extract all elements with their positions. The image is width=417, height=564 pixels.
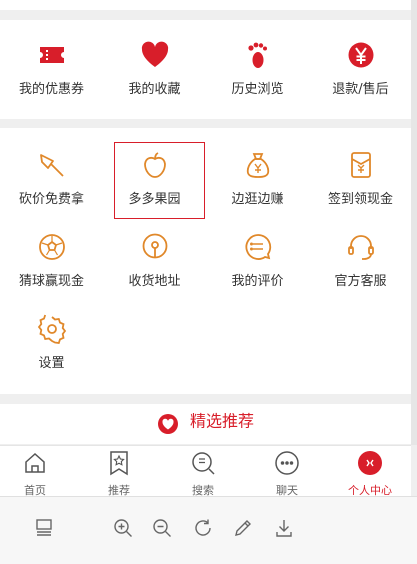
comment-icon	[245, 234, 271, 260]
services-card: 砍价免费拿 多多果园 边逛边赚 签到领现金 猜球赢现金 收货地址 我的评价 官方…	[0, 128, 411, 394]
history-label: 历史浏览	[231, 82, 284, 97]
profile-icon	[358, 451, 382, 475]
bargain-label: 砍价免费拿	[18, 192, 84, 207]
ticket-icon	[39, 47, 64, 63]
tab-search[interactable]: 搜索	[162, 450, 244, 498]
recommend-title: 精选推荐	[190, 411, 255, 431]
guess-ball-item[interactable]: 猜球赢现金	[0, 232, 103, 289]
heart-badge-icon	[157, 414, 178, 434]
bottom-tab-bar: 首页 推荐 搜索 聊天 个人中心	[0, 445, 411, 498]
download-icon[interactable]	[273, 517, 295, 539]
home-icon	[25, 452, 45, 473]
selection-highlight	[114, 142, 205, 219]
top-card	[0, 0, 411, 10]
browse-earn-label: 边逛边赚	[231, 192, 284, 207]
layout-icon[interactable]	[33, 517, 55, 539]
guess-ball-label: 猜球赢现金	[18, 274, 84, 289]
settings-label: 设置	[38, 356, 65, 371]
zoom-out-icon[interactable]	[151, 517, 173, 539]
favorites-item[interactable]: 我的收藏	[103, 40, 206, 97]
tab-home[interactable]: 首页	[0, 450, 76, 498]
zoom-in-icon[interactable]	[112, 517, 134, 539]
money-bag-icon	[246, 153, 269, 178]
browse-earn-item[interactable]: 边逛边赚	[206, 150, 309, 207]
search-icon	[192, 452, 215, 475]
checkin-label: 签到领现金	[327, 192, 393, 207]
reviews-label: 我的评价	[231, 274, 284, 289]
chat-icon	[275, 451, 299, 475]
address-item[interactable]: 收货地址	[103, 232, 206, 289]
heart-icon	[141, 41, 168, 67]
viewer-toolbar	[0, 496, 417, 564]
settings-item[interactable]: 设置	[0, 314, 103, 371]
checkin-item[interactable]: 签到领现金	[309, 150, 412, 207]
rotate-icon[interactable]	[192, 517, 214, 539]
footprint-icon	[247, 42, 267, 68]
football-icon	[38, 234, 65, 260]
refund-label: 退款/售后	[332, 82, 389, 97]
edit-icon[interactable]	[232, 517, 254, 539]
tab-profile[interactable]: 个人中心	[329, 450, 411, 498]
headset-icon	[347, 235, 374, 260]
order-shortcuts-card: 我的优惠券 我的收藏 历史浏览 退款/售后	[0, 20, 411, 119]
bargain-item[interactable]: 砍价免费拿	[0, 150, 103, 207]
address-label: 收货地址	[128, 274, 181, 289]
support-label: 官方客服	[334, 274, 387, 289]
refund-item[interactable]: 退款/售后	[309, 40, 412, 97]
coupons-label: 我的优惠券	[18, 82, 84, 97]
reviews-item[interactable]: 我的评价	[206, 232, 309, 289]
yen-circle-icon	[348, 42, 373, 68]
location-icon	[142, 233, 167, 259]
settings-icon	[37, 314, 66, 344]
bookmark-icon	[110, 451, 128, 476]
favorites-label: 我的收藏	[128, 82, 181, 97]
coupons-item[interactable]: 我的优惠券	[0, 40, 103, 97]
support-item[interactable]: 官方客服	[309, 232, 412, 289]
tab-recommend[interactable]: 推荐	[78, 450, 160, 498]
red-envelope-icon	[350, 152, 371, 178]
recommend-header: 精选推荐	[0, 404, 411, 444]
axe-icon	[39, 154, 64, 177]
history-item[interactable]: 历史浏览	[206, 40, 309, 97]
tab-chat[interactable]: 聊天	[246, 450, 328, 498]
